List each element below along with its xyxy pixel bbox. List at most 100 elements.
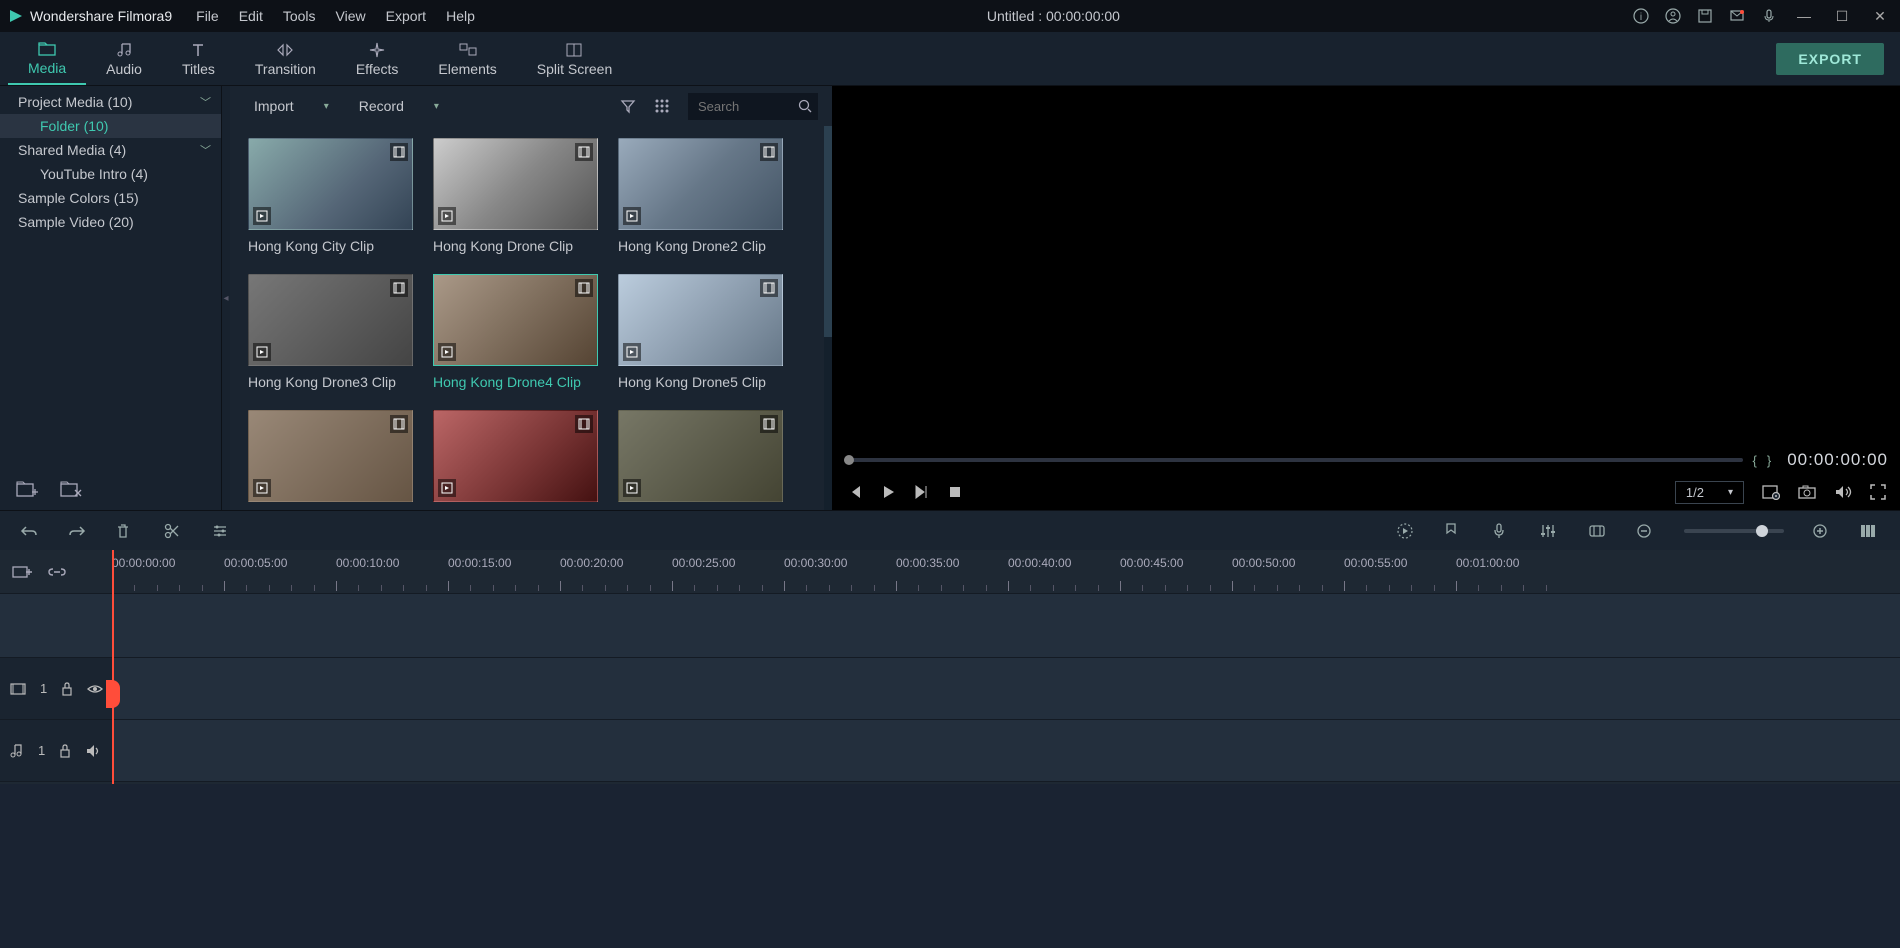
adjust-button[interactable] xyxy=(212,524,232,538)
add-track-button[interactable] xyxy=(12,564,32,580)
crop-icon[interactable] xyxy=(1588,524,1608,538)
maximize-button[interactable]: ☐ xyxy=(1830,8,1854,25)
media-clip[interactable]: Hong Kong Drone2 Clip xyxy=(618,138,783,254)
delete-button[interactable] xyxy=(116,523,136,539)
tab-audio[interactable]: Audio xyxy=(86,32,162,85)
search-input[interactable] xyxy=(688,93,798,120)
timeline-ruler[interactable]: 00:00:00:0000:00:05:0000:00:10:0000:00:1… xyxy=(112,550,1900,593)
menu-tools[interactable]: Tools xyxy=(283,8,316,24)
info-icon[interactable]: i xyxy=(1632,7,1650,25)
tab-elements[interactable]: Elements xyxy=(418,32,516,85)
zoom-out-button[interactable] xyxy=(1636,523,1656,539)
redo-button[interactable] xyxy=(68,524,88,538)
close-button[interactable]: ✕ xyxy=(1868,8,1892,25)
zoom-slider[interactable] xyxy=(1684,529,1784,533)
media-clip[interactable]: Hong Kong Drone Clip xyxy=(433,138,598,254)
tab-transition[interactable]: Transition xyxy=(235,32,336,85)
search-icon[interactable] xyxy=(798,99,812,113)
add-to-timeline-icon[interactable] xyxy=(438,479,456,497)
menu-file[interactable]: File xyxy=(196,8,219,24)
zoom-fit-button[interactable] xyxy=(1860,524,1880,538)
snapshot-icon[interactable] xyxy=(1798,485,1816,499)
link-button[interactable] xyxy=(48,564,66,580)
tab-splitscreen[interactable]: Split Screen xyxy=(517,32,632,85)
delete-folder-button[interactable] xyxy=(60,480,84,500)
message-icon[interactable] xyxy=(1728,7,1746,25)
media-scrollbar[interactable] xyxy=(824,126,832,510)
tab-media[interactable]: Media xyxy=(8,32,86,85)
add-to-timeline-icon[interactable] xyxy=(253,343,271,361)
account-icon[interactable] xyxy=(1664,7,1682,25)
media-clip[interactable]: Hong Kong Drone5 Clip xyxy=(618,274,783,390)
new-folder-button[interactable] xyxy=(16,480,40,500)
tree-project-media[interactable]: Project Media (10)﹀ xyxy=(0,90,221,114)
lock-icon[interactable] xyxy=(59,744,71,758)
marker-icon[interactable] xyxy=(1444,523,1464,539)
app-name: Wondershare Filmora9 xyxy=(30,8,172,24)
add-to-timeline-icon[interactable] xyxy=(253,479,271,497)
export-button[interactable]: EXPORT xyxy=(1776,43,1884,75)
mark-out-icon[interactable]: } xyxy=(1767,453,1771,468)
track-lane[interactable] xyxy=(112,658,1900,719)
media-clip[interactable] xyxy=(433,410,598,510)
ruler-label: 00:00:20:00 xyxy=(560,556,623,570)
grid-view-icon[interactable] xyxy=(654,98,678,114)
audio-mixer-icon[interactable] xyxy=(1540,523,1560,539)
media-clip[interactable] xyxy=(248,410,413,510)
save-icon[interactable] xyxy=(1696,7,1714,25)
stop-button[interactable] xyxy=(948,485,962,499)
add-to-timeline-icon[interactable] xyxy=(623,343,641,361)
mute-icon[interactable] xyxy=(85,744,101,758)
next-frame-button[interactable] xyxy=(914,484,930,500)
tab-titles[interactable]: Titles xyxy=(162,32,235,85)
menu-view[interactable]: View xyxy=(336,8,366,24)
media-clip[interactable] xyxy=(618,410,783,510)
tab-effects[interactable]: Effects xyxy=(336,32,419,85)
search-box[interactable] xyxy=(688,93,818,120)
transition-icon xyxy=(276,41,294,59)
tree-folder[interactable]: Folder (10) xyxy=(0,114,221,138)
add-to-timeline-icon[interactable] xyxy=(623,207,641,225)
playhead-handle[interactable] xyxy=(106,680,120,708)
split-button[interactable] xyxy=(164,523,184,539)
tree-sample-video[interactable]: Sample Video (20) xyxy=(0,210,221,234)
play-button[interactable] xyxy=(880,484,896,500)
tree-sample-colors[interactable]: Sample Colors (15) xyxy=(0,186,221,210)
media-clip[interactable]: Hong Kong City Clip xyxy=(248,138,413,254)
add-to-timeline-icon[interactable] xyxy=(438,343,456,361)
playhead-line[interactable] xyxy=(112,550,114,784)
filter-icon[interactable] xyxy=(620,98,644,114)
fullscreen-icon[interactable] xyxy=(1870,484,1886,500)
zoom-in-button[interactable] xyxy=(1812,523,1832,539)
tree-shared-media[interactable]: Shared Media (4)﹀ xyxy=(0,138,221,162)
add-to-timeline-icon[interactable] xyxy=(438,207,456,225)
menu-export[interactable]: Export xyxy=(386,8,426,24)
media-clip[interactable]: Hong Kong Drone4 Clip xyxy=(433,274,598,390)
preview-settings-icon[interactable] xyxy=(1762,484,1780,500)
preview-quality-dropdown[interactable]: 1/2▾ xyxy=(1675,481,1744,504)
mark-in-icon[interactable]: { xyxy=(1753,453,1757,468)
add-to-timeline-icon[interactable] xyxy=(253,207,271,225)
record-dropdown[interactable]: Record▾ xyxy=(349,94,449,118)
preview-seekbar[interactable] xyxy=(844,458,1743,462)
render-preview-icon[interactable] xyxy=(1396,522,1416,540)
minimize-button[interactable]: — xyxy=(1792,8,1816,24)
menu-help[interactable]: Help xyxy=(446,8,475,24)
collapse-tree-handle[interactable]: ◂ xyxy=(222,86,230,510)
media-clip[interactable]: Hong Kong Drone3 Clip xyxy=(248,274,413,390)
track-lane[interactable] xyxy=(112,720,1900,781)
preview-viewport[interactable] xyxy=(832,86,1900,446)
undo-button[interactable] xyxy=(20,524,40,538)
voiceover-icon[interactable] xyxy=(1492,523,1512,539)
track-lane[interactable] xyxy=(112,594,1900,657)
prev-frame-button[interactable] xyxy=(846,484,862,500)
volume-icon[interactable] xyxy=(1834,484,1852,500)
menu-edit[interactable]: Edit xyxy=(239,8,263,24)
tree-youtube-intro[interactable]: YouTube Intro (4) xyxy=(0,162,221,186)
visibility-icon[interactable] xyxy=(87,683,103,695)
lock-icon[interactable] xyxy=(61,682,73,696)
add-to-timeline-icon[interactable] xyxy=(623,479,641,497)
media-tree: Project Media (10)﹀ Folder (10) Shared M… xyxy=(0,86,221,470)
mic-icon[interactable] xyxy=(1760,7,1778,25)
import-dropdown[interactable]: Import▾ xyxy=(244,94,339,118)
